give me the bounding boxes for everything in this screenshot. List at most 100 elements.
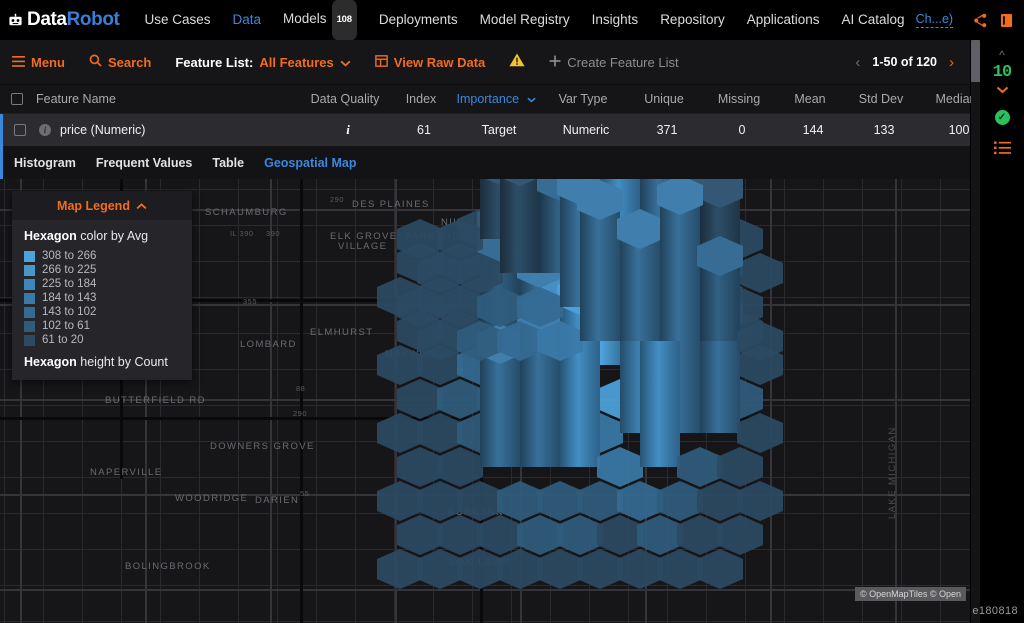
warning-icon[interactable]: [509, 53, 525, 72]
hexagon-cell: [437, 515, 483, 555]
nav-label: Use Cases: [144, 12, 210, 27]
hexagon-cell: [377, 345, 423, 385]
legend-bin-list: 308 to 266266 to 225225 to 184184 to 143…: [24, 250, 180, 346]
legend-swatch: [24, 321, 35, 332]
nav-item-use-cases[interactable]: Use Cases: [133, 0, 221, 40]
nav-label: Model Registry: [480, 12, 570, 27]
map-attribution[interactable]: © OpenMapTiles © Open: [855, 587, 966, 601]
nav-label: AI Catalog: [842, 12, 905, 27]
chevron-down-icon: [527, 92, 536, 106]
column-header-unique[interactable]: Unique: [625, 92, 703, 106]
menu-button[interactable]: Menu: [12, 55, 65, 70]
chevron-up-icon[interactable]: ^: [999, 50, 1005, 60]
context-switch-link[interactable]: Ch...e): [916, 12, 954, 28]
legend-bin-label: 143 to 102: [42, 306, 96, 318]
feature-list-value: All Features: [259, 55, 333, 70]
legend-color-title: Hexagon color by Avg: [24, 229, 180, 243]
tab-geospatial-map[interactable]: Geospatial Map: [264, 156, 356, 170]
nav-item-data[interactable]: Data: [222, 0, 273, 40]
announcements-icon[interactable]: [1019, 7, 1024, 33]
hexagon-cell: [397, 447, 443, 487]
nav-label: Models: [283, 11, 327, 26]
share-icon[interactable]: [967, 7, 993, 33]
hexagon-cell: [657, 549, 703, 589]
view-raw-data-button[interactable]: View Raw Data: [375, 55, 486, 70]
chevron-down-icon: [340, 55, 351, 70]
legend-bin-row: 102 to 61: [24, 320, 180, 332]
tab-frequent-values[interactable]: Frequent Values: [96, 156, 193, 170]
create-feature-list-button[interactable]: Create Feature List: [549, 55, 678, 70]
map-legend-header[interactable]: Map Legend: [12, 191, 192, 220]
search-button[interactable]: Search: [89, 54, 151, 70]
legend-bin-row: 225 to 184: [24, 278, 180, 290]
rail-count[interactable]: 10: [993, 63, 1011, 82]
hexagon-cell: [377, 549, 423, 589]
column-header-mean[interactable]: Mean: [775, 92, 845, 106]
chevron-up-icon: [136, 199, 147, 213]
grid-icon: [375, 55, 388, 70]
nav-items: Use Cases Data Models 108 Deployments Mod…: [133, 0, 915, 41]
create-feature-list-label: Create Feature List: [567, 55, 678, 70]
pagination-label: 1-50 of 120: [872, 55, 937, 69]
nav-item-repository[interactable]: Repository: [649, 0, 736, 40]
hexagon-cell: [657, 481, 703, 521]
models-count-badge: 108: [332, 0, 357, 41]
hexagon-cell: [617, 549, 663, 589]
importance-cell: Target: [454, 123, 544, 137]
chevron-right-icon[interactable]: ›: [949, 55, 954, 70]
data-quality-cell[interactable]: i: [302, 122, 394, 138]
docs-icon[interactable]: [993, 7, 1019, 33]
vertical-scrollbar[interactable]: [971, 40, 980, 623]
logo-text-robot: Robot: [67, 9, 120, 30]
chevron-left-icon[interactable]: ‹: [855, 55, 860, 70]
column-header-feature-name[interactable]: Feature Name: [34, 92, 299, 106]
feature-list-label: Feature List:: [175, 55, 253, 70]
map-legend-body: Hexagon color by Avg 308 to 266 266 to 22…: [12, 220, 192, 380]
hexagon-cell: [437, 447, 483, 487]
detail-tabs: Histogram Frequent Values Table Geospati…: [0, 146, 970, 179]
hexagon-cell: [497, 549, 543, 589]
legend-bin-label: 308 to 266: [42, 250, 96, 262]
check-circle-icon[interactable]: ✓: [995, 110, 1010, 125]
map-legend-panel: Map Legend Hexagon color by Avg 308 to 2…: [12, 191, 192, 380]
scrollbar-thumb[interactable]: [971, 40, 980, 82]
nav-item-insights[interactable]: Insights: [581, 0, 650, 40]
column-header-importance[interactable]: Importance: [451, 92, 541, 106]
hexagon-cell: [637, 515, 683, 555]
legend-swatch: [24, 293, 35, 304]
table-row[interactable]: i price (Numeric) i 61 Target Numeric 37…: [0, 114, 970, 146]
column-header-index[interactable]: Index: [391, 92, 451, 106]
nav-item-model-registry[interactable]: Model Registry: [469, 0, 581, 40]
legend-bin-label: 266 to 225: [42, 264, 96, 276]
hexagon-cell: [417, 481, 463, 521]
column-header-data-quality[interactable]: Data Quality: [299, 92, 391, 106]
nav-item-models[interactable]: Models 108: [272, 0, 368, 41]
hexagon-cell: [517, 515, 563, 555]
column-header-var-type[interactable]: Var Type: [541, 92, 625, 106]
pagination-controls: ‹ 1-50 of 120 ›: [855, 55, 958, 70]
hexagon-cell: [717, 515, 763, 555]
column-header-missing[interactable]: Missing: [703, 92, 775, 106]
plus-icon: [549, 55, 561, 70]
legend-bin-label: 102 to 61: [42, 320, 90, 332]
tab-histogram[interactable]: Histogram: [14, 156, 76, 170]
legend-bin-row: 143 to 102: [24, 306, 180, 318]
select-all-checkbox[interactable]: [11, 93, 23, 105]
row-checkbox[interactable]: [14, 124, 26, 136]
feature-list-selector[interactable]: Feature List: All Features: [175, 55, 350, 70]
column-header-std-dev[interactable]: Std Dev: [845, 92, 917, 106]
tab-table[interactable]: Table: [212, 156, 244, 170]
datarobot-logo[interactable]: DataRobot: [8, 9, 119, 31]
top-navigation-bar: DataRobot Use Cases Data Models108 Deplo…: [0, 0, 1024, 40]
nav-item-ai-catalog[interactable]: AI Catalog: [831, 0, 916, 40]
chevron-down-icon[interactable]: [996, 85, 1009, 95]
info-icon[interactable]: i: [39, 124, 51, 136]
hexagon-cell: [597, 515, 643, 555]
nav-item-deployments[interactable]: Deployments: [368, 0, 469, 40]
nav-item-applications[interactable]: Applications: [736, 0, 831, 40]
hexagon-cell: [737, 413, 783, 453]
logo-text-data: Data: [27, 9, 67, 30]
list-icon[interactable]: [994, 141, 1011, 160]
row-checkbox-cell: [3, 124, 37, 136]
std-dev-cell: 133: [848, 123, 920, 137]
